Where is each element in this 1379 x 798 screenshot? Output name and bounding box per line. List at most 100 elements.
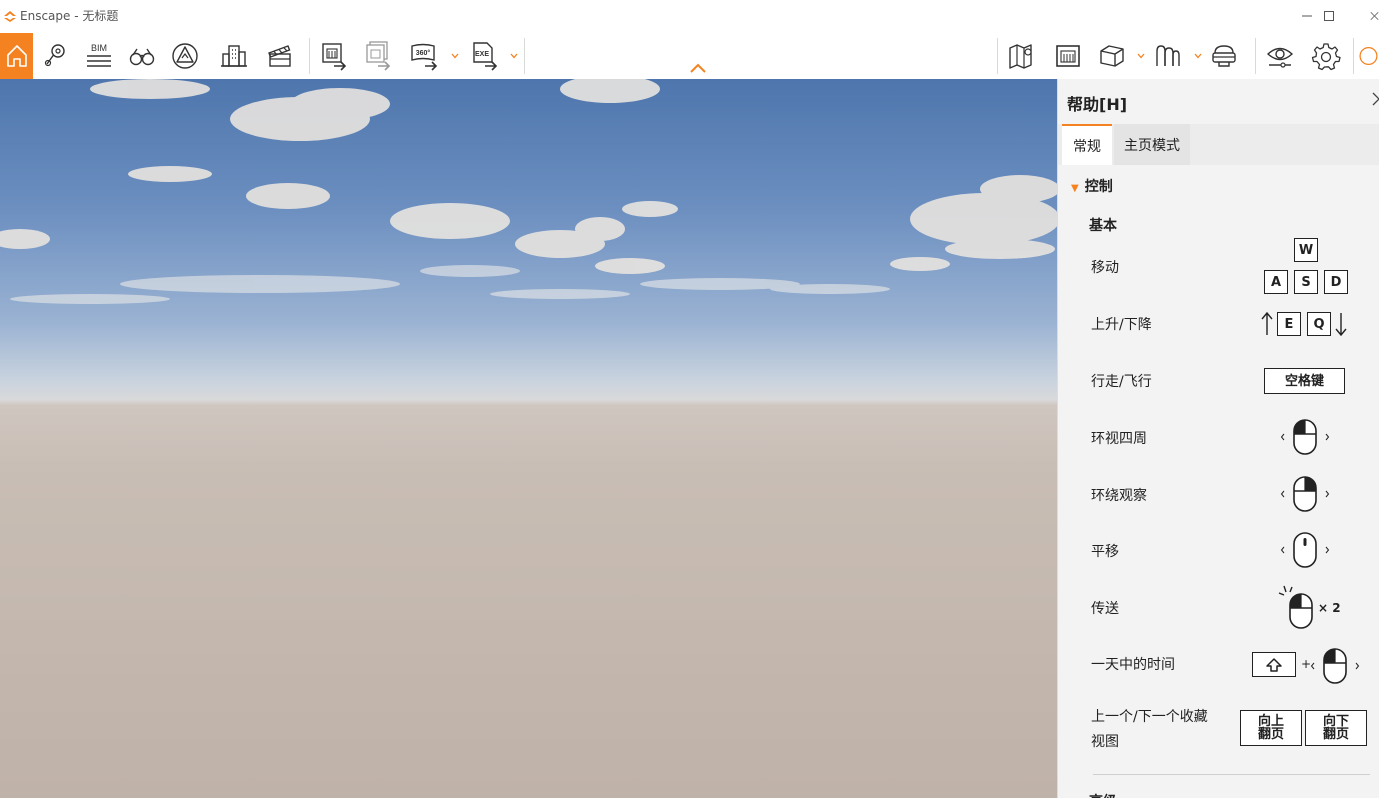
key-page-down-line2: 翻页 <box>1322 727 1349 742</box>
bim-icon: BIM <box>87 43 111 67</box>
cube-view-button[interactable] <box>1094 37 1130 75</box>
asset-library-button[interactable] <box>1150 37 1186 75</box>
warning-icon <box>172 43 198 69</box>
export-panorama-button[interactable]: 360° <box>407 37 443 75</box>
bim-button[interactable]: BIM <box>81 37 117 75</box>
home-icon <box>6 45 27 67</box>
location-button[interactable] <box>37 37 73 75</box>
key-page-up-line2: 翻页 <box>1257 727 1284 742</box>
key-shift <box>1252 652 1296 677</box>
mouse-left-drag-icon <box>1310 648 1360 684</box>
assets-icon <box>1156 45 1180 66</box>
key-d: D <box>1324 270 1348 294</box>
binoculars-icon <box>129 48 155 66</box>
help-panel-title: 帮助[H] <box>1067 95 1128 114</box>
cube-icon <box>1100 45 1124 67</box>
pano-label: 360° <box>416 49 431 57</box>
maximize-button[interactable] <box>1314 4 1344 28</box>
assets-library-button[interactable] <box>216 37 252 75</box>
control-label-teleport: 传送 <box>1091 601 1119 617</box>
screenshot-button[interactable] <box>316 37 352 75</box>
chevron-down-icon <box>451 53 459 59</box>
key-a: A <box>1264 270 1288 294</box>
bim-label: BIM <box>91 43 107 53</box>
section-divider <box>1093 774 1370 775</box>
exe-dropdown-caret[interactable] <box>509 47 519 65</box>
close-window-button[interactable] <box>1356 4 1379 28</box>
chevron-down-icon <box>510 53 518 59</box>
subsection-advanced: 高级 <box>1089 791 1117 798</box>
batch-export-icon <box>366 41 391 71</box>
tab-general[interactable]: 常规 <box>1062 124 1112 165</box>
control-label-pan: 平移 <box>1091 544 1119 560</box>
location-pin-icon <box>44 44 65 67</box>
control-label-favorite-views-line1: 上一个/下一个收藏 <box>1091 709 1208 725</box>
section-controls-label: 控制 <box>1084 179 1113 195</box>
chevron-down-icon <box>1194 53 1202 59</box>
key-page-down: 向下 翻页 <box>1305 710 1367 746</box>
export-image-icon <box>322 43 347 71</box>
help-panel: 帮助[H] 常规 主页模式 ▼ 控制 基本 移动 W A S D 上升/下降 E … <box>1057 79 1379 798</box>
map-icon <box>1009 44 1032 69</box>
views-manager-button[interactable] <box>1050 37 1086 75</box>
toolbar-separator <box>524 38 525 74</box>
arrow-down-icon <box>1335 313 1347 337</box>
chevron-down-icon <box>1137 53 1145 59</box>
home-button[interactable] <box>0 33 33 79</box>
batch-render-button[interactable] <box>360 37 396 75</box>
issues-button[interactable] <box>167 37 203 75</box>
enscape-status-button[interactable] <box>1358 37 1379 75</box>
control-label-look-around: 环视四周 <box>1091 431 1147 447</box>
mouse-middle-drag-icon <box>1280 532 1330 568</box>
panorama-dropdown-caret[interactable] <box>450 47 460 65</box>
power-icon <box>1359 46 1378 66</box>
toolbar-separator <box>1353 38 1354 74</box>
toolbar-separator <box>309 38 310 74</box>
close-icon[interactable] <box>1372 92 1379 106</box>
window-title: Enscape - 无标题 <box>20 9 119 23</box>
export-exe-icon: EXE <box>473 42 498 71</box>
key-s: S <box>1294 270 1318 294</box>
vr-headset-button[interactable] <box>1206 37 1242 75</box>
vr-headset-icon <box>1212 45 1236 67</box>
toolbar-separator <box>997 38 998 74</box>
collapse-toolbar-button[interactable] <box>686 59 710 77</box>
views-icon <box>1056 45 1080 67</box>
subsection-basic: 基本 <box>1089 218 1117 234</box>
map-button[interactable] <box>1004 37 1040 75</box>
video-editor-button[interactable] <box>262 37 298 75</box>
export-360-icon: 360° <box>411 43 438 71</box>
key-q: Q <box>1307 312 1331 336</box>
cube-dropdown-caret[interactable] <box>1136 47 1146 65</box>
maximize-icon <box>1324 11 1334 21</box>
section-controls[interactable]: ▼ 控制 <box>1071 176 1113 196</box>
double-click-multiplier: × 2 <box>1318 601 1341 615</box>
chevron-up-icon <box>690 63 706 73</box>
clapperboard-icon <box>268 45 291 67</box>
binoculars-button[interactable] <box>124 37 160 75</box>
triangle-down-icon: ▼ <box>1071 183 1079 194</box>
control-label-walk-fly: 行走/飞行 <box>1091 374 1152 390</box>
sky-clouds-illustration <box>0 79 1057 304</box>
building-icon <box>221 45 247 67</box>
control-label-time-of-day: 一天中的时间 <box>1091 657 1175 673</box>
visual-settings-button[interactable] <box>1262 37 1298 75</box>
key-e: E <box>1277 312 1301 336</box>
key-page-up: 向上 翻页 <box>1240 710 1302 746</box>
mouse-double-click-icon <box>1278 585 1313 629</box>
assets-dropdown-caret[interactable] <box>1193 47 1203 65</box>
render-viewport[interactable] <box>0 79 1057 798</box>
shift-key-icon <box>1266 657 1282 672</box>
key-w: W <box>1294 238 1318 262</box>
visual-settings-icon <box>1266 47 1294 68</box>
main-toolbar: BIM 360° EXE <box>0 33 1379 80</box>
export-exe-button[interactable]: EXE <box>467 37 503 75</box>
exe-label: EXE <box>475 51 489 58</box>
enscape-logo-icon <box>4 11 16 22</box>
settings-icon <box>1311 43 1341 71</box>
minimize-icon <box>1302 15 1312 17</box>
settings-button[interactable] <box>1308 37 1344 75</box>
control-label-favorite-views-line2: 视图 <box>1091 734 1119 750</box>
tab-home-mode[interactable]: 主页模式 <box>1114 124 1190 165</box>
help-tabs: 常规 主页模式 <box>1058 124 1379 165</box>
